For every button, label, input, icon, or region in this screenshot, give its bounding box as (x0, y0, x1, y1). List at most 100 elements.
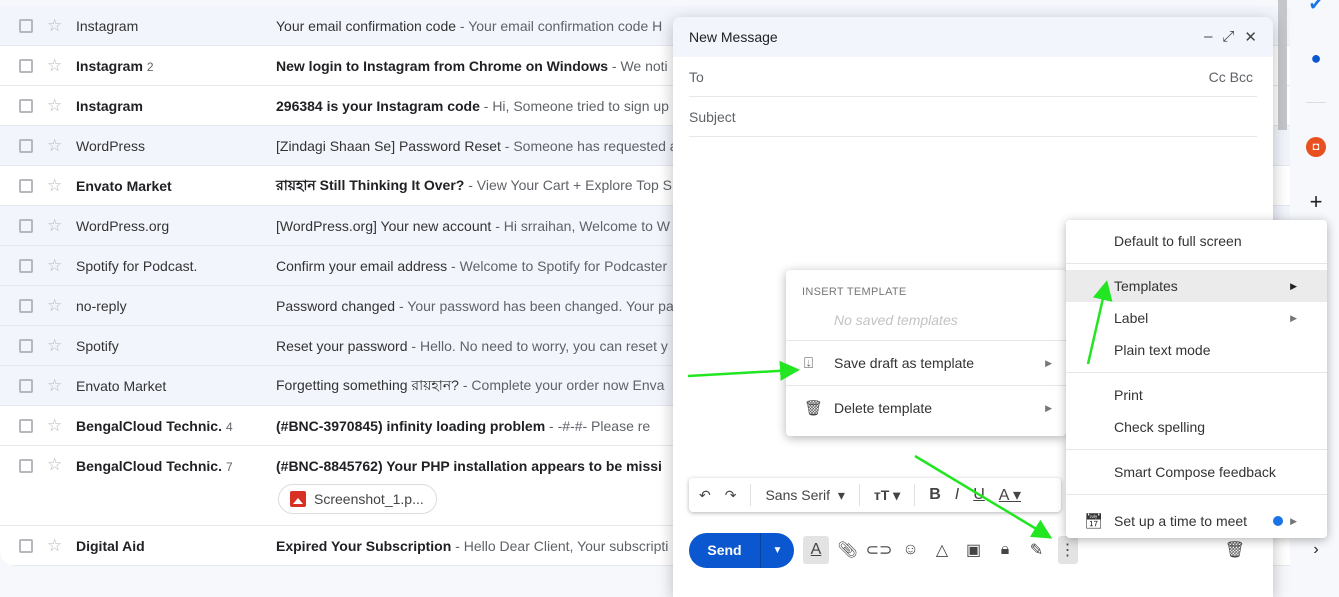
menu-set-up-meeting[interactable]: 📅︎ Set up a time to meet ▶ (1066, 501, 1327, 541)
templates-submenu: INSERT TEMPLATE No saved templates ⍗ Sav… (786, 270, 1066, 436)
send-label[interactable]: Send (689, 532, 761, 568)
formatting-options-icon[interactable]: A (803, 536, 829, 564)
star-icon[interactable]: ☆ (47, 96, 62, 116)
sender: Instagram (76, 17, 139, 34)
compose-header: New Message – ⤢ ✕ (673, 17, 1273, 57)
select-checkbox[interactable] (19, 459, 33, 473)
save-draft-as-template[interactable]: ⍗ Save draft as template ▶ (786, 341, 1066, 385)
subject-snippet: রায়হান Still Thinking It Over? - View Y… (276, 176, 673, 193)
delete-template[interactable]: 🗑︎ Delete template ▶ (786, 386, 1066, 430)
thread-count: 4 (225, 419, 233, 434)
link-icon[interactable]: ⊂⊃ (866, 536, 893, 564)
star-icon[interactable]: ☆ (47, 176, 62, 196)
sender: BengalCloud Technic. 7 (76, 458, 233, 474)
sender: Spotify (76, 337, 119, 354)
drive-icon[interactable]: △ (929, 536, 955, 564)
select-checkbox[interactable] (19, 538, 33, 553)
sender: BengalCloud Technic. 4 (76, 417, 233, 434)
font-select[interactable]: Sans Serif ▾ (765, 487, 844, 504)
star-icon[interactable]: ☆ (47, 536, 62, 556)
select-checkbox[interactable] (19, 178, 33, 193)
star-icon[interactable]: ☆ (47, 56, 62, 76)
select-checkbox[interactable] (19, 418, 33, 433)
signature-icon[interactable]: ✎ (1024, 536, 1050, 564)
scrollbar[interactable] (1278, 0, 1287, 130)
menu-plain-text-mode[interactable]: Plain text mode (1066, 334, 1327, 366)
star-icon[interactable]: ☆ (47, 16, 62, 36)
menu-check-spelling[interactable]: Check spelling (1066, 411, 1327, 443)
subject-snippet: Expired Your Subscription - Hello Dear C… (276, 537, 669, 554)
expand-panel-icon[interactable]: › (1306, 541, 1326, 561)
emoji-icon[interactable]: ☺ (898, 536, 924, 564)
send-button[interactable]: Send ▼ (689, 532, 794, 568)
discard-icon[interactable]: 🗑︎ (1225, 540, 1245, 560)
subject-snippet: [Zindagi Shaan Se] Password Reset - Some… (276, 137, 678, 154)
bold-icon[interactable]: B (929, 486, 941, 504)
image-file-icon (290, 491, 306, 507)
cc-bcc-link[interactable]: Cc Bcc (1209, 69, 1253, 85)
minimize-icon[interactable]: – (1204, 28, 1212, 46)
select-checkbox[interactable] (19, 18, 33, 33)
star-icon[interactable]: ☆ (47, 216, 62, 236)
contacts-icon[interactable]: ● (1306, 48, 1326, 68)
star-icon[interactable]: ☆ (47, 336, 62, 356)
close-icon[interactable]: ✕ (1244, 28, 1257, 46)
sender: WordPress (76, 137, 145, 154)
star-icon[interactable]: ☆ (47, 296, 62, 316)
select-checkbox[interactable] (19, 138, 33, 153)
thread-count: 7 (225, 460, 233, 474)
select-checkbox[interactable] (19, 58, 33, 73)
subject-snippet: Reset your password - Hello. No need to … (276, 337, 668, 354)
sender: Instagram (76, 97, 143, 114)
send-options-icon[interactable]: ▼ (761, 545, 794, 556)
subject-snippet: Forgetting something রায়হান? - Complete… (276, 376, 665, 393)
to-label: To (689, 68, 704, 85)
tasks-icon[interactable]: ✔ (1306, 0, 1326, 14)
subject-snippet: Confirm your email address - Welcome to … (276, 257, 668, 274)
menu-templates[interactable]: Templates ▶ (1066, 270, 1327, 302)
subject-snippet: [WordPress.org] Your new account - Hi sr… (276, 217, 670, 234)
font-size-icon[interactable]: тT ▾ (874, 487, 900, 504)
redo-icon[interactable]: ↷ (725, 487, 737, 504)
select-checkbox[interactable] (19, 218, 33, 233)
attach-icon[interactable]: 📎︎ (835, 536, 861, 564)
select-checkbox[interactable] (19, 378, 33, 393)
menu-default-full-screen[interactable]: Default to full screen (1066, 225, 1327, 257)
attachment-chip[interactable]: Screenshot_1.p... (278, 484, 437, 514)
addon-icon[interactable]: ◘ (1306, 137, 1326, 157)
star-icon[interactable]: ☆ (47, 416, 62, 436)
select-checkbox[interactable] (19, 258, 33, 273)
star-icon[interactable]: ☆ (47, 256, 62, 276)
subject-snippet: (#BNC-8845762) Your PHP installation app… (276, 458, 662, 474)
photo-icon[interactable]: ▣ (961, 536, 987, 564)
star-icon[interactable]: ☆ (47, 455, 62, 475)
compose-title: New Message (689, 29, 778, 45)
menu-smart-compose-feedback[interactable]: Smart Compose feedback (1066, 456, 1327, 488)
sender: Envato Market (76, 177, 172, 194)
italic-icon[interactable]: I (955, 486, 959, 504)
subject-snippet: 296384 is your Instagram code - Hi, Some… (276, 97, 669, 114)
sender: WordPress.org (76, 217, 170, 234)
subject-snippet: Your email confirmation code - Your emai… (276, 17, 663, 34)
star-icon[interactable]: ☆ (47, 376, 62, 396)
text-color-icon[interactable]: A ▾ (999, 485, 1021, 505)
add-addon-icon[interactable]: + (1306, 190, 1326, 214)
sender: no-reply (76, 297, 127, 314)
subject-field[interactable]: Subject (689, 97, 1257, 137)
undo-icon[interactable]: ↶ (699, 487, 711, 504)
menu-print[interactable]: Print (1066, 379, 1327, 411)
select-checkbox[interactable] (19, 98, 33, 113)
underline-icon[interactable]: U (973, 486, 985, 504)
sender: Envato Market (76, 377, 167, 394)
confidential-icon[interactable]: 🔒︎ (992, 536, 1018, 564)
subject-snippet: New login to Instagram from Chrome on Wi… (276, 57, 668, 74)
star-icon[interactable]: ☆ (47, 136, 62, 156)
select-checkbox[interactable] (19, 338, 33, 353)
fullscreen-icon[interactable]: ⤢ (1222, 28, 1234, 46)
to-field[interactable]: To Cc Bcc (689, 57, 1257, 97)
menu-label[interactable]: Label ▶ (1066, 302, 1327, 334)
subject-placeholder: Subject (689, 108, 736, 125)
sender: Spotify for Podcast. (76, 257, 198, 274)
select-checkbox[interactable] (19, 298, 33, 313)
save-template-icon: ⍗ (804, 354, 814, 372)
